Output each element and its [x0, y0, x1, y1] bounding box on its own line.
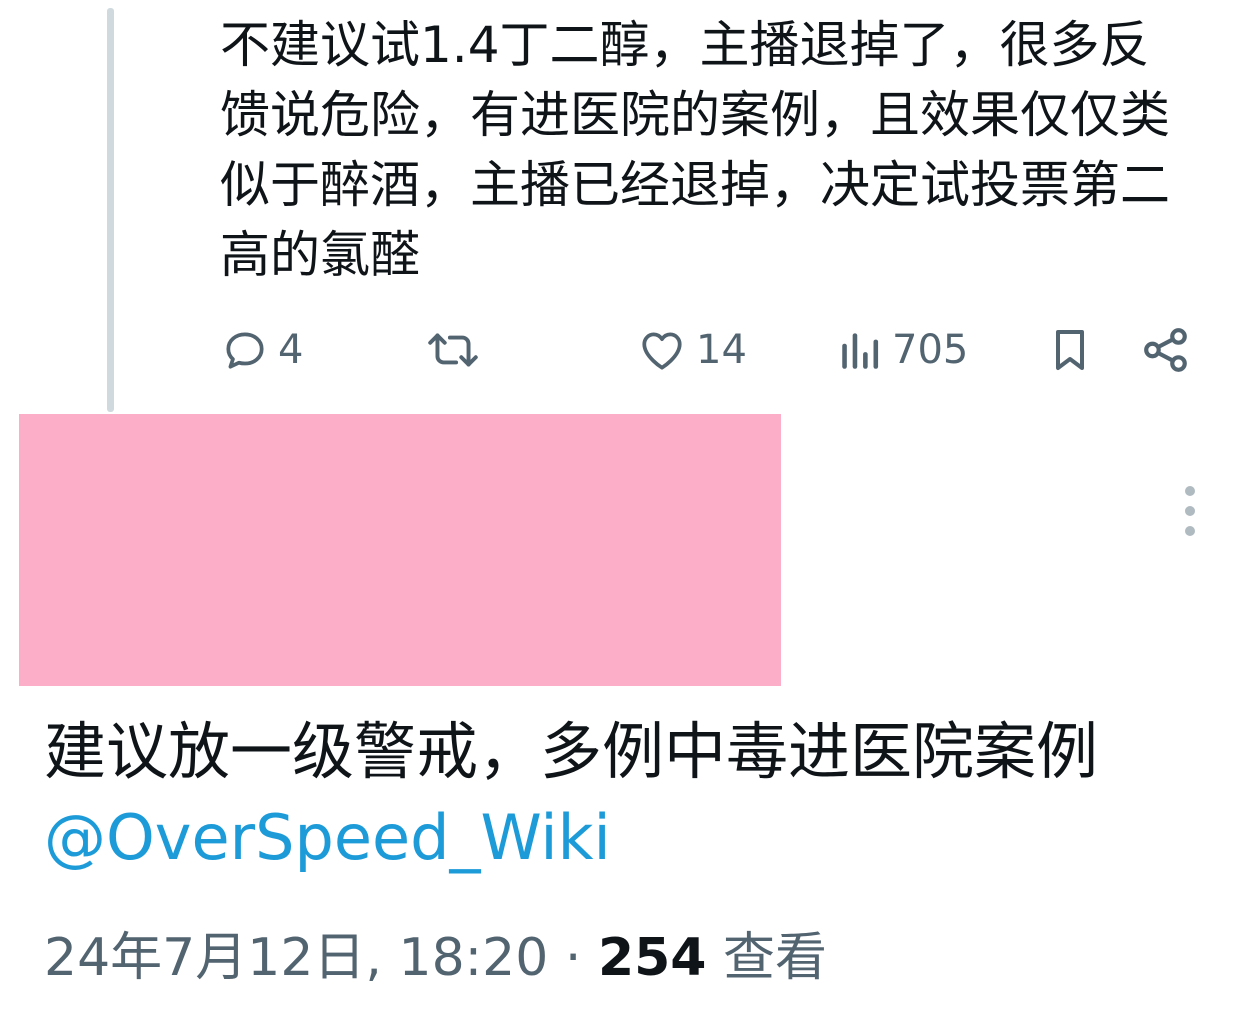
like-count: 14 — [696, 327, 747, 373]
like-icon — [636, 325, 688, 375]
tweet-text: 建议放一级警戒，多例中毒进医院案例 — [44, 715, 1099, 788]
more-icon-dot — [1185, 526, 1195, 536]
share-button[interactable] — [1140, 318, 1192, 382]
tweet-meta: 24年7月12日, 18:20 · 254 查看 — [44, 922, 827, 994]
more-options-button[interactable] — [1170, 486, 1210, 536]
reply-count: 4 — [278, 327, 304, 373]
views-count: 705 — [892, 327, 969, 373]
views-icon — [838, 325, 884, 375]
views-button[interactable]: 705 — [838, 318, 968, 382]
mention-link[interactable]: @OverSpeed_Wiki — [44, 798, 611, 878]
timestamp[interactable]: 24年7月12日, 18:20 — [44, 928, 548, 988]
reply-text: 不建议试1.4丁二醇，主播退掉了，很多反 馈说危险，有进医院的案例，且效果仅仅类… — [220, 16, 1170, 284]
redacted-profile-block — [19, 414, 781, 686]
more-icon-dot — [1185, 506, 1195, 516]
tweet-views-count: 254 — [597, 928, 707, 988]
reply-icon — [220, 325, 270, 375]
like-button[interactable]: 14 — [636, 318, 747, 382]
bookmark-icon — [1046, 325, 1094, 375]
reply-button[interactable]: 4 — [220, 318, 303, 382]
retweet-icon — [424, 325, 482, 375]
bookmark-button[interactable] — [1046, 318, 1094, 382]
more-icon-dot — [1185, 486, 1195, 496]
retweet-button[interactable] — [424, 318, 490, 382]
share-icon — [1140, 325, 1192, 375]
reply-action-bar: 4 14 705 — [0, 318, 1260, 382]
tweet-views-label: 查看 — [723, 928, 828, 988]
meta-separator: · — [548, 928, 598, 988]
